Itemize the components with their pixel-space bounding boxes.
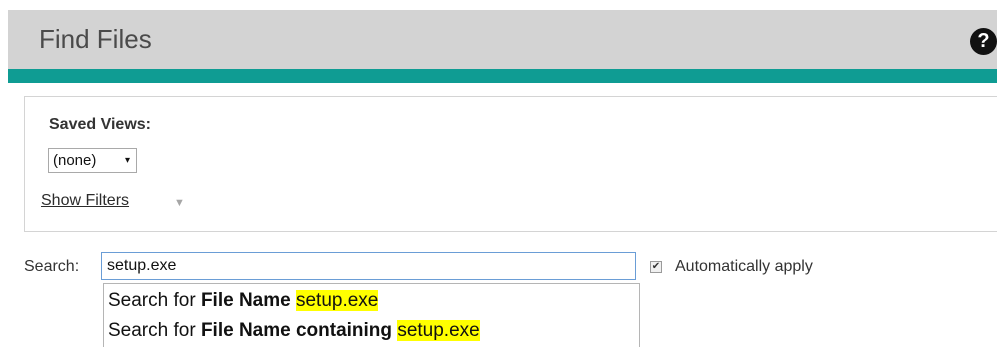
search-label: Search: xyxy=(24,258,80,275)
search-suggestions: Search for File Name setup.exe Search fo… xyxy=(103,283,640,347)
suggestion-item[interactable]: Search for File Name setup.exe xyxy=(108,290,379,312)
filter-panel: Saved Views: (none) ▾ Show Filters ▼ xyxy=(24,96,997,232)
saved-views-select[interactable]: (none) ▾ xyxy=(48,148,137,173)
help-icon[interactable]: ? xyxy=(970,28,997,55)
auto-apply-checkbox[interactable]: ✔ xyxy=(650,261,662,273)
page-title: Find Files xyxy=(39,24,152,54)
suggestion-term: setup.exe xyxy=(397,320,480,341)
suggestion-prefix: Search for xyxy=(108,320,201,341)
accent-bar xyxy=(8,69,997,83)
caret-down-icon[interactable]: ▼ xyxy=(174,197,185,209)
page-header: Find Files ? xyxy=(8,10,997,69)
suggestion-prefix: Search for xyxy=(108,290,201,311)
suggestion-term: setup.exe xyxy=(295,290,379,311)
find-files-page: Find Files ? Saved Views: (none) ▾ Show … xyxy=(0,0,997,347)
saved-views-selected-value: (none) xyxy=(53,152,97,169)
suggestion-field: File Name containing xyxy=(200,320,393,341)
chevron-down-icon: ▾ xyxy=(125,155,131,166)
suggestion-item[interactable]: Search for File Name containing setup.ex… xyxy=(108,320,480,342)
search-input[interactable] xyxy=(101,252,636,280)
saved-views-label: Saved Views: xyxy=(49,116,151,133)
suggestion-field: File Name xyxy=(200,290,291,311)
auto-apply-label[interactable]: Automatically apply xyxy=(675,258,813,276)
show-filters-link[interactable]: Show Filters xyxy=(41,192,129,210)
